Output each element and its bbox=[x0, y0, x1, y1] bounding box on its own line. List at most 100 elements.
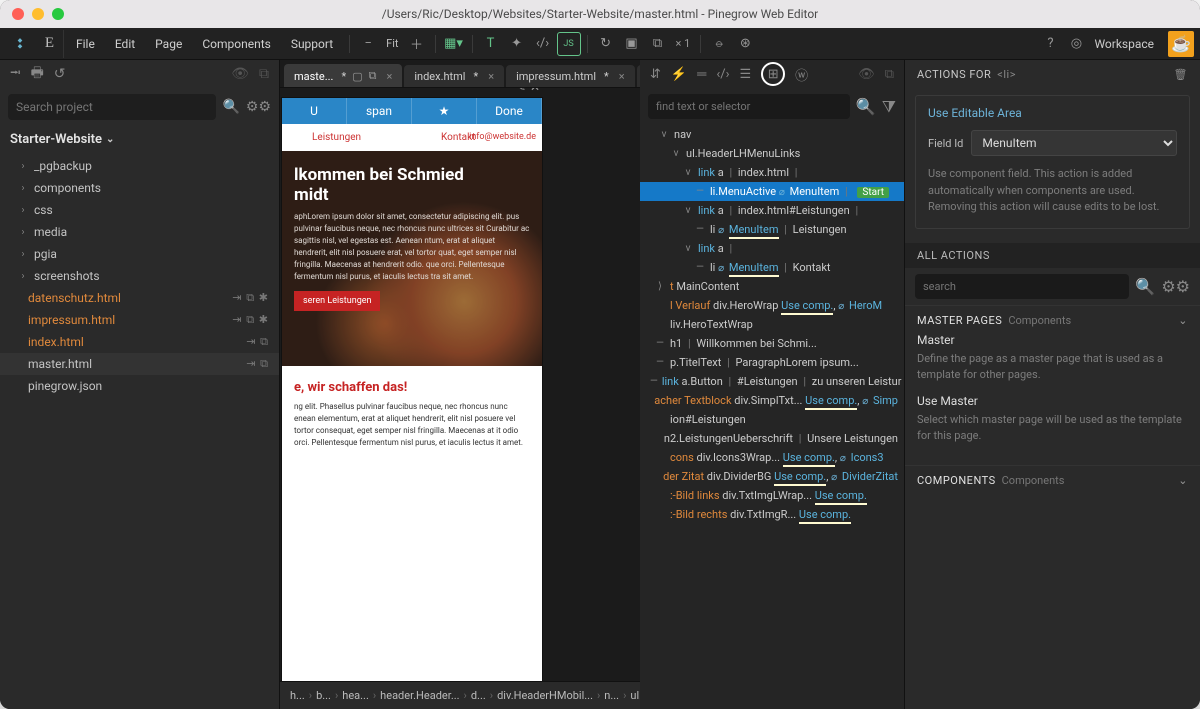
dom-tree-row[interactable]: liv.HeroTextWrap bbox=[640, 315, 904, 334]
dom-tree-row[interactable]: der Zitat div.DividerBG Use comp., ⌀ Div… bbox=[640, 467, 904, 486]
settings-icon[interactable]: ⚙⚙ bbox=[246, 99, 271, 115]
js-tool-icon[interactable]: JS bbox=[557, 32, 581, 56]
dom-tree-row[interactable]: acher Textblock div.SimplTxt... Use comp… bbox=[640, 391, 904, 410]
workspace-dropdown[interactable]: Workspace bbox=[1090, 37, 1166, 51]
breadcrumb-item[interactable]: hea... bbox=[342, 689, 369, 702]
settings-icon[interactable]: ⚙⚙ bbox=[1161, 277, 1190, 296]
dom-tree-row[interactable]: ⟩t MainContent bbox=[640, 277, 904, 296]
search-icon[interactable]: 🔍 bbox=[1135, 277, 1155, 296]
file-item[interactable]: datenschutz.html⇥ ⧉ ✱ bbox=[0, 287, 279, 309]
multiplier-label[interactable]: × 1 bbox=[672, 37, 695, 50]
dom-tree-row[interactable]: vlink a | index.html#Leistungen | bbox=[640, 201, 904, 220]
tree-opt-icon[interactable]: ═ bbox=[697, 66, 706, 82]
file-tab[interactable]: impressum.html*× bbox=[506, 65, 635, 87]
filter-icon[interactable]: ⧩ bbox=[882, 97, 896, 117]
zoom-out-icon[interactable]: − bbox=[356, 32, 380, 56]
eye-icon[interactable]: 👁 bbox=[231, 66, 249, 82]
breadcrumb-item[interactable]: n... bbox=[604, 689, 619, 702]
menu-file[interactable]: File bbox=[66, 37, 105, 51]
close-window-button[interactable] bbox=[12, 8, 24, 20]
action-option[interactable]: Master bbox=[917, 333, 1188, 347]
project-search-input[interactable] bbox=[8, 94, 216, 120]
device-dropdown-icon[interactable]: ▦▾ bbox=[442, 32, 466, 56]
folder-item[interactable]: ›_pgbackup bbox=[0, 155, 279, 177]
tree-opt-icon[interactable]: ☰ bbox=[739, 67, 751, 82]
dom-search-input[interactable] bbox=[648, 94, 850, 119]
dom-tree-row[interactable]: l Verlauf div.HeroWrap Use comp., ⌀ Hero… bbox=[640, 296, 904, 315]
app-menu-icon[interactable]: E bbox=[36, 30, 64, 58]
coffee-icon[interactable]: ☕ bbox=[1168, 31, 1194, 57]
dom-tree-row[interactable]: —li.MenuActive ⌀ MenuItem | Start bbox=[640, 182, 904, 201]
visibility-icon[interactable]: ⦵ bbox=[707, 32, 731, 56]
dom-tree-row[interactable]: vnav bbox=[640, 125, 904, 144]
dom-tree-row[interactable]: vul.HeaderLHMenuLinks bbox=[640, 144, 904, 163]
preview-edit-icon[interactable]: ✎ bbox=[516, 88, 526, 94]
drawer-icon[interactable]: ⧉ bbox=[885, 67, 894, 82]
tree-code-icon[interactable]: ‹/› bbox=[716, 67, 729, 82]
tree-opt-icon[interactable]: ⚡ bbox=[671, 67, 687, 82]
dom-tree-row[interactable]: —link a.Button | #Leistungen | zu unsere… bbox=[640, 372, 904, 391]
eye-icon[interactable]: 👁 bbox=[858, 67, 875, 82]
print-icon[interactable]: 🖶 bbox=[31, 62, 44, 86]
breadcrumb-item[interactable]: d... bbox=[471, 689, 486, 702]
dom-tree-row[interactable]: vlink a | index.html | bbox=[640, 163, 904, 182]
group-header[interactable]: COMPONENTS Components⌄ bbox=[917, 474, 1188, 487]
text-tool-icon[interactable]: T bbox=[479, 32, 503, 56]
zoom-in-icon[interactable]: ＋ bbox=[405, 32, 429, 56]
file-item[interactable]: pinegrow.json bbox=[0, 375, 279, 397]
drawer-icon[interactable]: ⧉ bbox=[259, 66, 269, 82]
pinegrow-logo-icon[interactable] bbox=[6, 30, 34, 58]
dom-tree-row[interactable]: —p.TitelText | ParagraphLorem ipsum... bbox=[640, 353, 904, 372]
window-icon[interactable]: ⧉ bbox=[646, 32, 670, 56]
minimize-window-button[interactable] bbox=[32, 8, 44, 20]
fit-label[interactable]: Fit bbox=[382, 37, 402, 50]
file-tab[interactable]: index.html*× bbox=[404, 65, 504, 87]
help-icon[interactable]: ? bbox=[1038, 32, 1062, 56]
action-option[interactable]: Use Master bbox=[917, 394, 1188, 408]
wordpress-icon[interactable]: ⓦ bbox=[795, 65, 808, 84]
code-tool-icon[interactable]: ‹/› bbox=[531, 32, 555, 56]
dom-tree-row[interactable]: ion#Leistungen bbox=[640, 410, 904, 429]
menu-edit[interactable]: Edit bbox=[105, 37, 145, 51]
file-item[interactable]: master.html⇥ ⧉ bbox=[0, 353, 279, 375]
preview-toolbar-item[interactable]: ★ bbox=[412, 98, 477, 124]
page-preview[interactable]: ✎ ✕ Uspan★Done info@website.de Leistunge… bbox=[282, 98, 542, 681]
css-tool-icon[interactable]: ✦ bbox=[505, 32, 529, 56]
file-tab[interactable]: maste...*▢⧉× bbox=[284, 64, 402, 87]
maximize-window-button[interactable] bbox=[52, 8, 64, 20]
actions-search-input[interactable] bbox=[915, 274, 1129, 299]
dom-tree-row[interactable]: —h1 | Willkommen bei Schmi... bbox=[640, 334, 904, 353]
dom-tree-row[interactable]: vlink a | bbox=[640, 239, 904, 258]
folder-item[interactable]: ›css bbox=[0, 199, 279, 221]
folder-item[interactable]: ›components bbox=[0, 177, 279, 199]
add-component-icon[interactable]: ⊞ bbox=[761, 62, 785, 86]
preview-toolbar-item[interactable]: U bbox=[282, 98, 347, 124]
file-item[interactable]: index.html⇥ ⧉ bbox=[0, 331, 279, 353]
dom-tree-row[interactable]: —li ⌀ MenuItem | Leistungen bbox=[640, 220, 904, 239]
dom-tree-row[interactable]: :-Bild rechts div.TxtImgR... Use comp. bbox=[640, 505, 904, 524]
breadcrumb-item[interactable]: h... bbox=[290, 689, 305, 702]
globe-icon[interactable]: ⊛ bbox=[733, 32, 757, 56]
menu-support[interactable]: Support bbox=[281, 37, 343, 51]
project-dropdown[interactable]: Starter-Website⌄ bbox=[0, 126, 279, 153]
search-icon[interactable]: 🔍 bbox=[222, 99, 239, 115]
menu-components[interactable]: Components bbox=[192, 37, 281, 51]
menu-page[interactable]: Page bbox=[145, 37, 192, 51]
field-id-select[interactable]: MenuItem bbox=[971, 130, 1177, 156]
breadcrumb-item[interactable]: b... bbox=[316, 689, 331, 702]
group-header[interactable]: MASTER PAGES Components⌄ bbox=[917, 314, 1188, 327]
tree-opt-icon[interactable]: ⇵ bbox=[650, 67, 661, 82]
breadcrumb-item[interactable]: div.HeaderHMobil... bbox=[497, 689, 593, 702]
trash-icon[interactable]: 🗑 bbox=[1174, 68, 1188, 81]
refresh-icon[interactable]: ↻ bbox=[594, 32, 618, 56]
editable-area-link[interactable]: Use Editable Area bbox=[928, 106, 1177, 120]
dom-tree-row[interactable]: —li ⌀ MenuItem | Kontakt bbox=[640, 258, 904, 277]
folder-item[interactable]: ›screenshots bbox=[0, 265, 279, 287]
tour-icon[interactable]: ◎ bbox=[1064, 32, 1088, 56]
screenshot-icon[interactable]: ▣ bbox=[620, 32, 644, 56]
preview-close-icon[interactable]: ✕ bbox=[530, 88, 540, 94]
preview-toolbar-item[interactable]: span bbox=[347, 98, 412, 124]
panel-toggle-icon[interactable]: ⭲ bbox=[10, 62, 21, 86]
folder-item[interactable]: ›media bbox=[0, 221, 279, 243]
preview-toolbar-item[interactable]: Done bbox=[477, 98, 542, 124]
